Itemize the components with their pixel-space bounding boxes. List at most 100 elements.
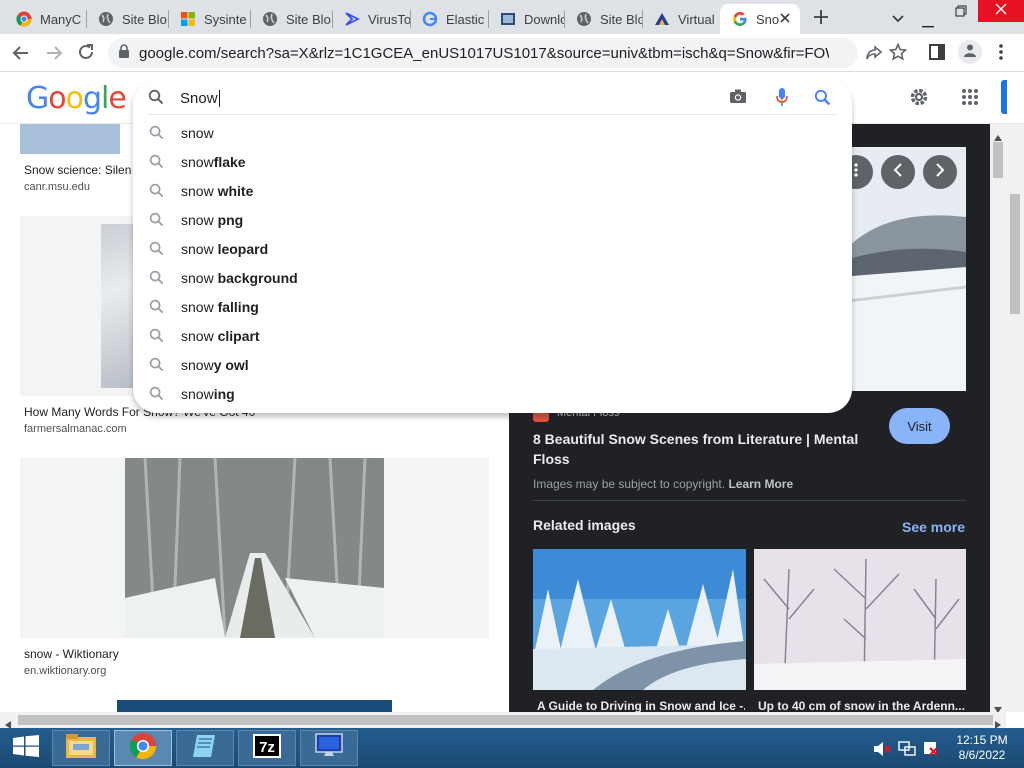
bookmark-star-icon[interactable] (888, 42, 908, 66)
next-image-button[interactable] (923, 155, 957, 189)
tab-label: Sysinte (204, 11, 247, 27)
related-caption-0[interactable]: A Guide to Driving in Snow and Ice -... (537, 699, 745, 713)
suggestion-item[interactable]: snow clipart (133, 321, 852, 350)
search-icon (149, 328, 164, 343)
tab-7[interactable]: Site Blo (564, 4, 642, 34)
vertical-dots-icon (854, 162, 858, 182)
horizontal-scrollbar[interactable] (0, 712, 1006, 729)
reload-icon[interactable] (77, 43, 95, 66)
tab-8[interactable]: Virtual (642, 4, 720, 34)
previous-image-button[interactable] (881, 155, 915, 189)
related-image-0[interactable] (533, 549, 746, 690)
suggestion-prefix: snow (181, 211, 218, 228)
suggestion-suffix: falling (217, 298, 259, 315)
taskbar-notepad[interactable] (176, 730, 234, 766)
new-tab-icon[interactable] (812, 8, 830, 31)
forward-arrow-icon[interactable] (45, 44, 63, 67)
tab-label: Site Blo (600, 11, 642, 27)
google-logo[interactable]: Google (26, 81, 127, 116)
learn-more-link[interactable]: Learn More (728, 477, 793, 491)
taskbar-7zip[interactable]: 7z (238, 730, 296, 766)
taskbar-file-explorer[interactable] (52, 730, 110, 766)
see-more-link[interactable]: See more (902, 519, 965, 535)
page-scroll-thumb[interactable] (1010, 194, 1020, 314)
share-icon[interactable] (865, 44, 883, 67)
apps-grid-icon[interactable] (961, 88, 979, 111)
suggestion-suffix: y owl (213, 356, 249, 373)
suggestion-item[interactable]: snow white (133, 176, 852, 205)
microphone-icon[interactable] (776, 87, 788, 112)
visit-button[interactable]: Visit (889, 408, 950, 444)
google-icon (732, 11, 748, 27)
suggestion-item[interactable]: snow falling (133, 292, 852, 321)
camera-icon[interactable] (729, 88, 747, 109)
tab-5[interactable]: Elastic (410, 4, 488, 34)
lock-icon (118, 44, 130, 62)
close-tab-icon[interactable] (778, 11, 792, 28)
side-panel-icon[interactable] (929, 44, 945, 65)
clock-time: 12:15 PM (956, 733, 1008, 747)
suggestion-item[interactable]: snow y owl (133, 350, 852, 379)
page-vertical-scrollbar[interactable] (1006, 124, 1024, 712)
system-clock[interactable]: 12:15 PM 8/6/2022 (954, 733, 1010, 763)
suggestion-prefix: snow (181, 269, 218, 286)
suggestion-item[interactable]: snow background (133, 263, 852, 292)
search-icon (149, 154, 164, 169)
menu-dots-icon[interactable] (999, 44, 1003, 65)
tab-0[interactable]: ManyC (4, 4, 86, 34)
tab-3[interactable]: Site Blo (250, 4, 332, 34)
divider (533, 500, 966, 501)
chevron-down-icon[interactable] (891, 11, 905, 29)
url-text: google.com/search?sa=X&rlz=1C1GCEA_enUS1… (139, 44, 829, 62)
scroll-thumb[interactable] (993, 142, 1003, 178)
result-image-2[interactable] (125, 458, 384, 638)
globe-icon (576, 11, 592, 27)
settings-gear-icon[interactable] (908, 86, 930, 113)
tab-6[interactable]: Downlo (488, 4, 564, 34)
close-window-button[interactable] (978, 0, 1024, 22)
suggestion-item[interactable]: snow leopard (133, 234, 852, 263)
sign-in-button-edge[interactable] (1001, 80, 1007, 114)
tab-active[interactable]: Sno (720, 4, 800, 34)
search-submit-icon[interactable] (814, 89, 831, 111)
chevron-right-icon (935, 162, 945, 182)
search-icon (149, 386, 164, 401)
google-icon (422, 11, 438, 27)
tab-2[interactable]: Sysinte (168, 4, 250, 34)
start-button[interactable] (4, 732, 48, 764)
address-bar[interactable]: google.com/search?sa=X&rlz=1C1GCEA_enUS1… (108, 38, 858, 68)
horizontal-scroll-thumb[interactable] (18, 715, 993, 725)
result-image-3[interactable] (117, 700, 392, 712)
search-icon (149, 270, 164, 285)
tab-4[interactable]: VirusTo (332, 4, 410, 34)
preview-title[interactable]: 8 Beautiful Snow Scenes from Literature … (533, 429, 873, 469)
suggestion-item[interactable]: snow flake (133, 147, 852, 176)
network-icon[interactable] (898, 741, 916, 762)
search-input[interactable]: Snow (180, 88, 220, 108)
suggestion-item[interactable]: snow (133, 118, 852, 147)
taskbar-chrome[interactable] (114, 730, 172, 766)
result-title-2[interactable]: snow - Wiktionary (24, 647, 119, 661)
result-title-0[interactable]: Snow science: Silen (24, 163, 131, 177)
related-heading: Related images (533, 517, 636, 533)
vertical-scrollbar[interactable] (990, 124, 1006, 713)
result-image-1[interactable] (101, 224, 137, 388)
action-center-icon[interactable] (922, 740, 940, 763)
volume-muted-icon[interactable] (873, 741, 891, 762)
virtual-icon (654, 11, 670, 27)
taskbar-remote-desktop[interactable] (300, 730, 358, 766)
minimize-icon[interactable] (922, 15, 934, 33)
related-caption-1[interactable]: Up to 40 cm of snow in the Ardenn... (758, 699, 966, 713)
suggestion-item[interactable]: snow ing (133, 379, 852, 408)
suggestion-suffix: background (217, 269, 298, 286)
profile-avatar[interactable] (958, 40, 982, 64)
back-arrow-icon[interactable] (12, 44, 30, 67)
suggestion-item[interactable]: snow png (133, 205, 852, 234)
tab-1[interactable]: Site Blo (86, 4, 168, 34)
restore-icon[interactable] (955, 4, 967, 22)
suggestion-suffix: leopard (217, 240, 269, 257)
preview-title-line2: Floss (533, 451, 570, 467)
result-source-0: canr.msu.edu (24, 181, 91, 193)
result-image-0[interactable] (20, 124, 120, 154)
related-image-1[interactable] (754, 549, 966, 690)
